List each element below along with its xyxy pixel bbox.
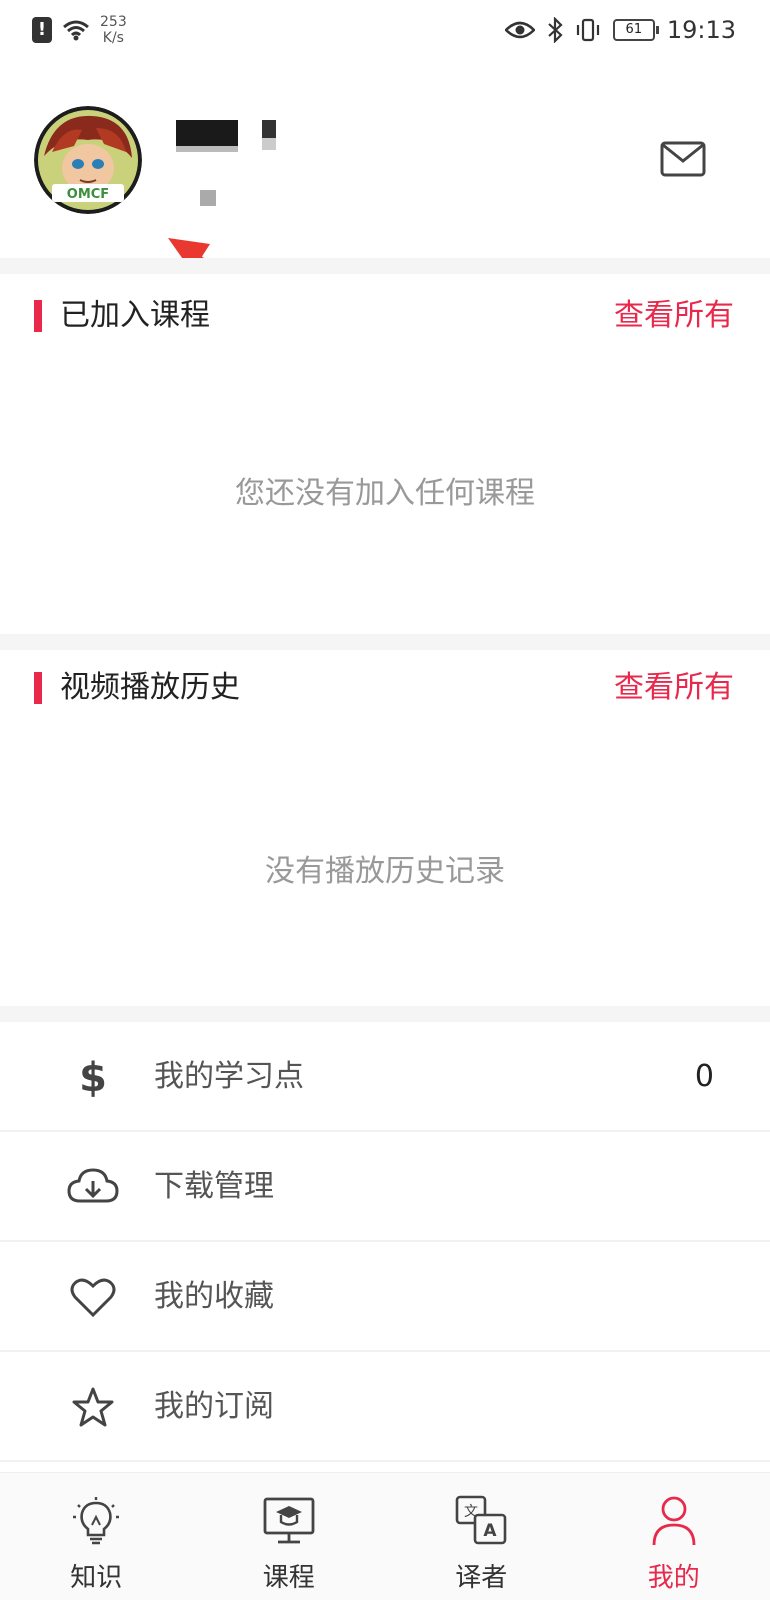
mail-icon[interactable] (660, 140, 706, 178)
view-all-history-link[interactable]: 查看所有 (614, 670, 734, 706)
tab-label: 译者 (455, 1563, 508, 1593)
dollar-icon: $ (66, 1052, 120, 1102)
section-title: 已加入课程 (60, 298, 210, 333)
menu-item-learning-points[interactable]: $ 我的学习点 0 (0, 1022, 770, 1132)
bottom-tab-bar: 知识 课程 文 A 译者 我的 (0, 1472, 770, 1600)
svg-text:$: $ (79, 1055, 107, 1099)
profile-header: OMCF (0, 62, 770, 373)
joined-courses-section: 已加入课程 查看所有 您还没有加入任何课程 (0, 274, 770, 634)
view-all-courses-link[interactable]: 查看所有 (614, 298, 734, 334)
battery-indicator: 61 (612, 19, 659, 41)
menu-label: 我的收藏 (154, 1279, 274, 1314)
network-speed-unit: K/s (102, 30, 124, 46)
empty-courses-message: 您还没有加入任何课程 (235, 476, 535, 511)
section-divider (0, 1006, 770, 1022)
network-speed: 253 K/s (100, 14, 127, 46)
section-title: 视频播放历史 (60, 670, 240, 705)
empty-history-message: 没有播放历史记录 (265, 854, 505, 889)
status-bar: ! 253 K/s 61 19:13 (0, 0, 770, 62)
monitor-graduation-icon (261, 1495, 317, 1547)
cloud-download-icon (66, 1162, 120, 1212)
menu-item-download-manager[interactable]: 下载管理 (0, 1132, 770, 1242)
section-accent-bar (34, 672, 42, 704)
svg-text:A: A (484, 1521, 498, 1541)
menu-label: 我的订阅 (154, 1389, 274, 1424)
section-accent-bar (34, 300, 42, 332)
clock: 19:13 (666, 16, 736, 44)
vibrate-icon (576, 18, 599, 42)
lightbulb-icon (68, 1495, 124, 1547)
tab-label: 我的 (647, 1563, 700, 1593)
tab-knowledge[interactable]: 知识 (0, 1473, 193, 1600)
bluetooth-icon (548, 17, 563, 43)
star-icon (66, 1382, 120, 1432)
menu-item-subscriptions[interactable]: 我的订阅 (0, 1352, 770, 1462)
tab-label: 知识 (70, 1563, 123, 1593)
video-history-section: 视频播放历史 查看所有 没有播放历史记录 (0, 650, 770, 1006)
tab-mine[interactable]: 我的 (578, 1473, 770, 1600)
avatar-image: OMCF (34, 106, 142, 214)
heart-icon (66, 1272, 120, 1322)
section-divider (0, 258, 770, 274)
translate-icon: 文 A (453, 1495, 509, 1547)
network-speed-value: 253 (100, 14, 127, 30)
avatar[interactable]: OMCF (34, 106, 142, 214)
alert-icon: ! (32, 17, 52, 43)
svg-text:OMCF: OMCF (67, 187, 109, 202)
person-icon (646, 1495, 702, 1547)
learning-points-value: 0 (694, 1059, 714, 1094)
tab-translators[interactable]: 文 A 译者 (385, 1473, 578, 1600)
menu-item-favorites[interactable]: 我的收藏 (0, 1242, 770, 1352)
eye-icon (504, 21, 535, 39)
section-divider (0, 634, 770, 650)
tab-label: 课程 (262, 1563, 315, 1593)
menu-label: 我的学习点 (154, 1059, 304, 1094)
wifi-icon (63, 20, 89, 41)
tab-courses[interactable]: 课程 (193, 1473, 386, 1600)
menu-label: 下载管理 (154, 1169, 274, 1204)
